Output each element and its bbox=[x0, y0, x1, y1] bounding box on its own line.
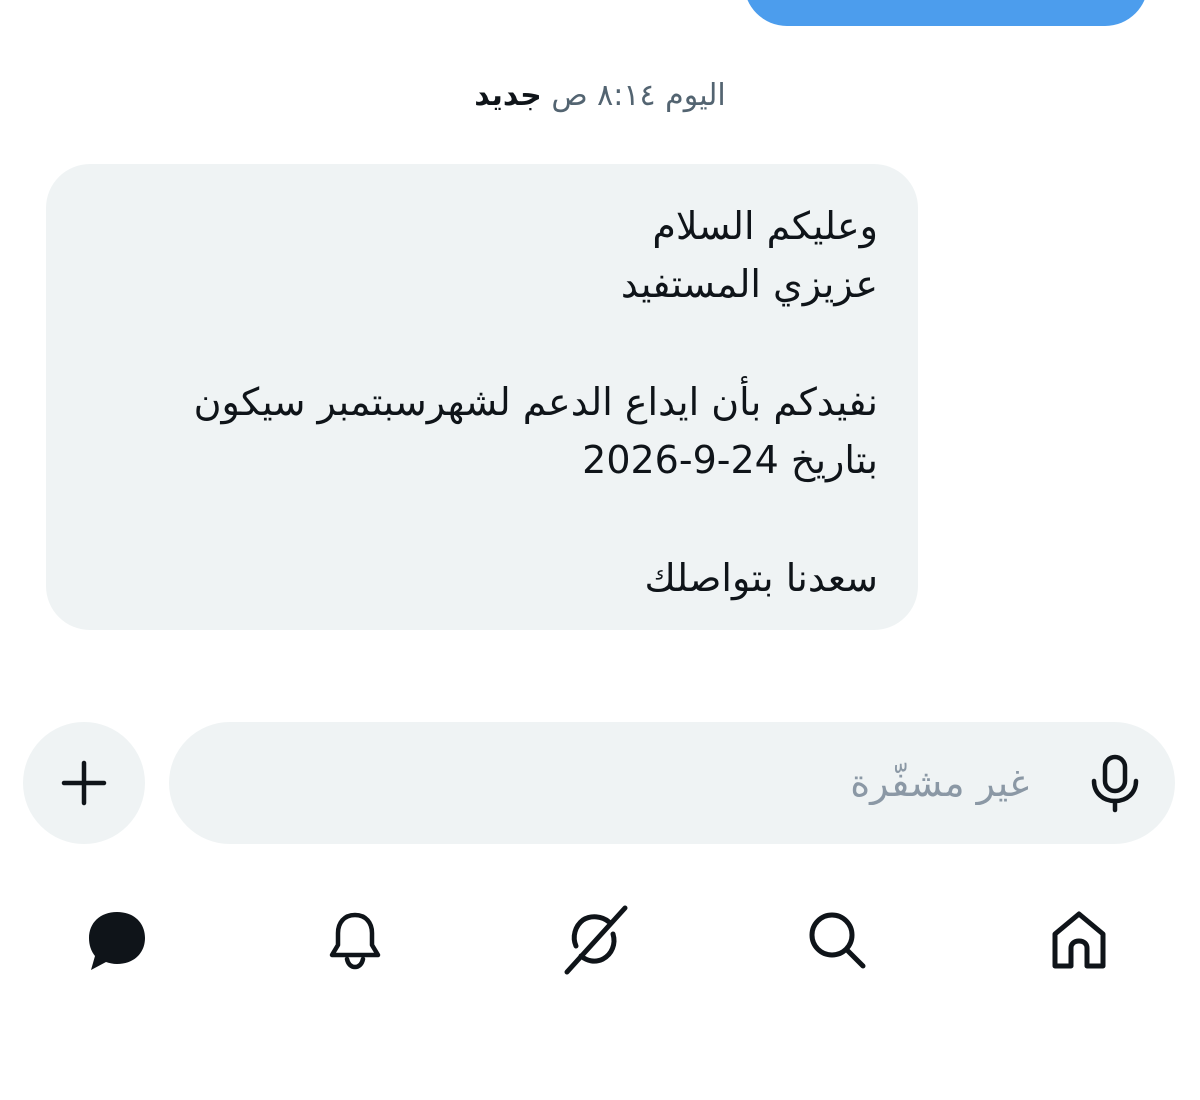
sent-message-bubble[interactable] bbox=[744, 0, 1148, 26]
add-attachment-button[interactable] bbox=[23, 722, 145, 844]
notifications-icon bbox=[329, 912, 381, 970]
message-timestamp: اليوم ٨:١٤ ص جديد bbox=[0, 74, 1200, 118]
nav-notifications[interactable] bbox=[310, 895, 400, 985]
received-message-bubble[interactable]: وعليكم السلام عزيزي المستفيد نفيدكم بأن … bbox=[46, 164, 918, 630]
message-line: نفيدكم بأن ايداع الدعم لشهرسبتمبر سيكون bbox=[193, 380, 878, 424]
grok-icon bbox=[564, 905, 628, 975]
plus-icon bbox=[61, 760, 107, 806]
nav-search[interactable] bbox=[792, 895, 882, 985]
home-icon bbox=[1052, 911, 1106, 969]
nav-home[interactable] bbox=[1034, 895, 1124, 985]
microphone-icon[interactable] bbox=[1085, 753, 1145, 813]
message-line: عزيزي المستفيد bbox=[620, 262, 878, 306]
bottom-navigation bbox=[0, 895, 1200, 985]
nav-grok[interactable] bbox=[550, 895, 640, 985]
timestamp-time: ٨:١٤ ص bbox=[551, 78, 656, 113]
message-line: وعليكم السلام bbox=[652, 204, 878, 248]
messages-icon bbox=[89, 912, 145, 970]
nav-messages[interactable] bbox=[72, 895, 162, 985]
search-icon bbox=[809, 912, 866, 969]
message-composer[interactable] bbox=[169, 722, 1175, 844]
new-label: جديد bbox=[474, 78, 542, 113]
message-line: بتاريخ 24-9-2026 bbox=[582, 438, 878, 482]
message-input[interactable] bbox=[369, 722, 1029, 844]
timestamp-day: اليوم bbox=[665, 78, 726, 113]
message-line: سعدنا بتواصلك bbox=[644, 556, 878, 600]
